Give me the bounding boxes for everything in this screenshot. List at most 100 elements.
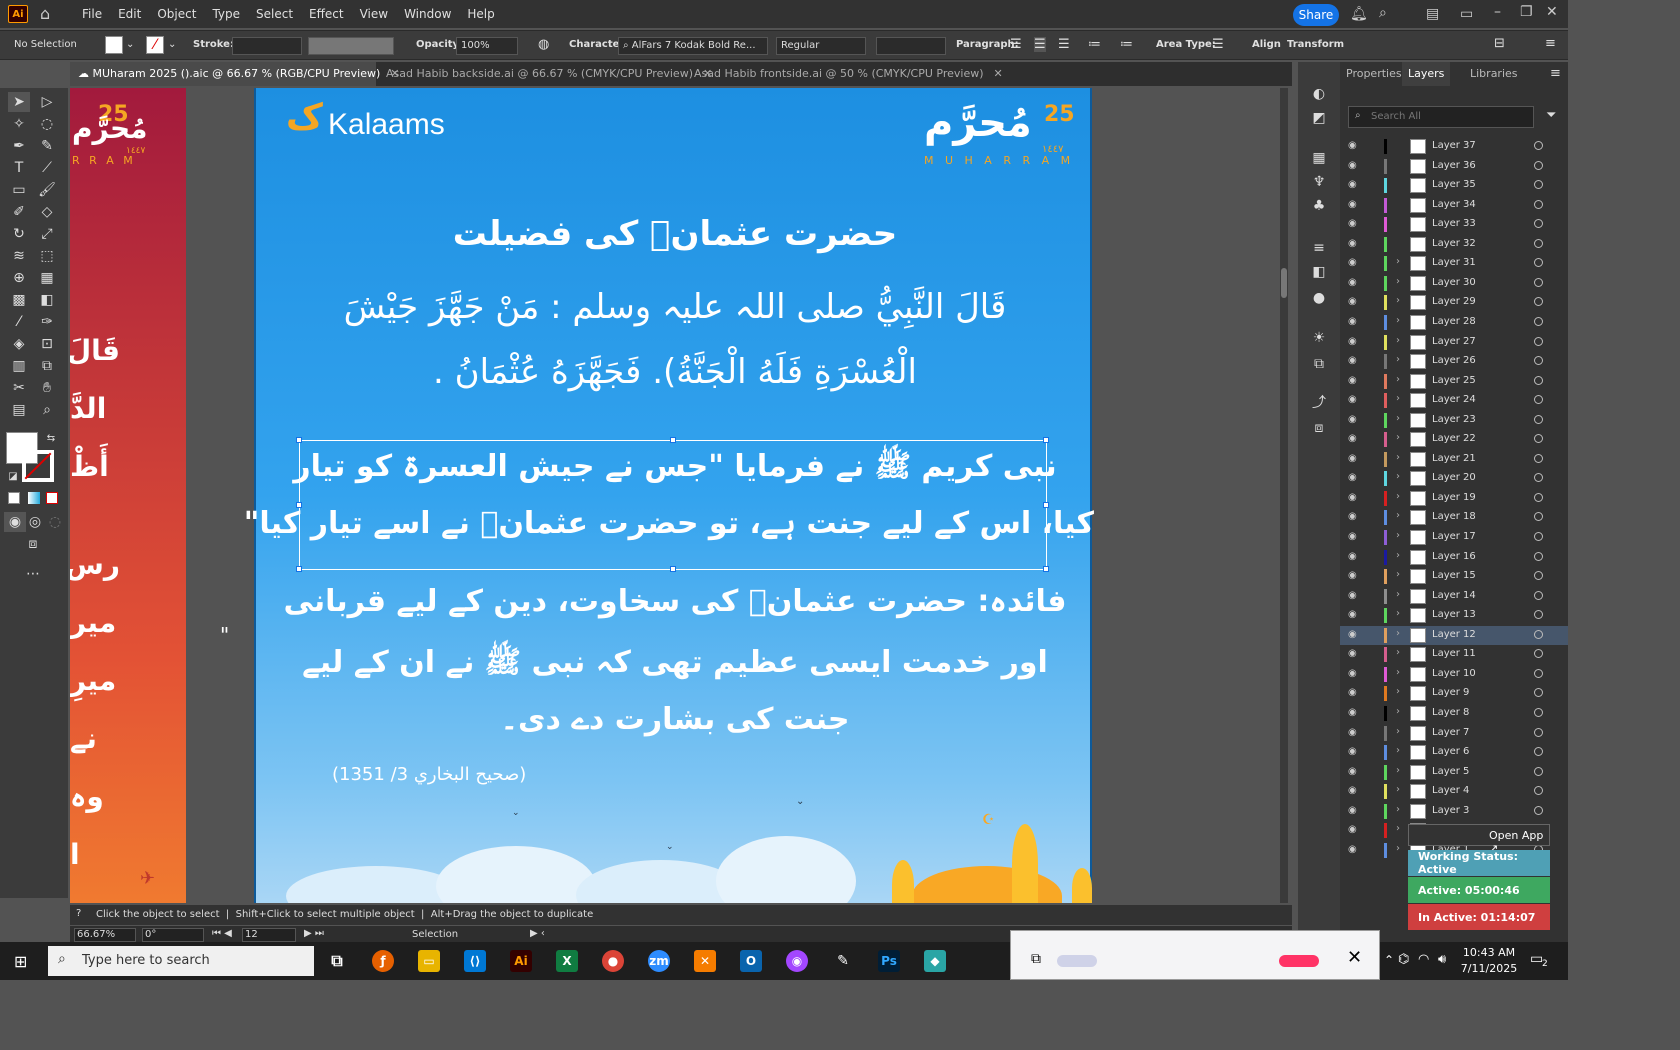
layer-name[interactable]: Layer 11 xyxy=(1432,648,1476,659)
visibility-eye-icon[interactable]: ◉ xyxy=(1348,687,1357,698)
layer-name[interactable]: Layer 36 xyxy=(1432,160,1476,171)
eyedropper-tool-icon[interactable]: ⁄ xyxy=(8,312,30,332)
layer-name[interactable]: Layer 26 xyxy=(1432,355,1476,366)
gradient-panel-icon[interactable]: ◧ xyxy=(1308,262,1330,282)
layer-name[interactable]: Layer 16 xyxy=(1432,551,1476,562)
resize-handle[interactable] xyxy=(1043,566,1049,572)
layer-name[interactable]: Layer 34 xyxy=(1432,199,1476,210)
expand-chevron-icon[interactable]: › xyxy=(1396,647,1400,658)
variable-width-profile[interactable] xyxy=(308,37,394,55)
zoom-app-icon[interactable]: zm xyxy=(648,950,670,972)
zoom-tool-icon[interactable]: ⌕ xyxy=(36,400,58,420)
layer-name[interactable]: Layer 24 xyxy=(1432,394,1476,405)
expand-chevron-icon[interactable]: › xyxy=(1396,354,1400,365)
resize-handle[interactable] xyxy=(296,437,302,443)
visibility-eye-icon[interactable]: ◉ xyxy=(1348,433,1357,444)
layer-row[interactable]: ◉ › Layer 27 xyxy=(1340,333,1568,352)
restore-icon[interactable]: ❐ xyxy=(1520,4,1533,20)
artboard-number-field[interactable]: 12 xyxy=(242,928,296,942)
expand-chevron-icon[interactable]: › xyxy=(1396,276,1400,287)
visibility-eye-icon[interactable]: ◉ xyxy=(1348,707,1357,718)
visibility-eye-icon[interactable]: ◉ xyxy=(1348,648,1357,659)
layer-name[interactable]: Layer 6 xyxy=(1432,746,1469,757)
workspace-icon[interactable]: ▭ xyxy=(1460,6,1473,22)
tab-asad-frontside[interactable]: Asad Habib frontside.ai @ 50 % (CMYK/CPU… xyxy=(686,62,1003,86)
layer-row[interactable]: ◉ Layer 33 xyxy=(1340,215,1568,234)
firefox-icon[interactable]: ƒ xyxy=(372,950,394,972)
text-selection-bounding-box[interactable] xyxy=(296,437,1049,572)
draw-behind-icon[interactable]: ◎ xyxy=(24,512,46,532)
measure-tool-icon[interactable]: ✑ xyxy=(36,312,58,332)
target-circle-icon[interactable] xyxy=(1534,532,1543,541)
numbering-icon[interactable]: ≔ xyxy=(1120,37,1133,52)
layer-name[interactable]: Layer 19 xyxy=(1432,492,1476,503)
layer-row[interactable]: ◉ Layer 34 xyxy=(1340,196,1568,215)
resize-handle[interactable] xyxy=(670,437,676,443)
layer-row[interactable]: ◉ › Layer 18 xyxy=(1340,508,1568,527)
target-circle-icon[interactable] xyxy=(1534,473,1543,483)
lasso-tool-icon[interactable]: ◌ xyxy=(36,114,58,134)
previous-artboard[interactable]: 25 مُحرَّم R R A M ١٤٤٧ قَالَ الدَّ أَظْ رس… xyxy=(70,88,186,903)
target-circle-icon[interactable] xyxy=(1534,238,1543,248)
menu-edit[interactable]: Edit xyxy=(110,7,149,21)
font-size-field[interactable] xyxy=(876,37,946,55)
expand-chevron-icon[interactable]: › xyxy=(1396,608,1400,619)
resize-handle[interactable] xyxy=(1043,502,1049,508)
target-circle-icon[interactable] xyxy=(1534,727,1543,737)
expand-chevron-icon[interactable]: › xyxy=(1396,432,1400,443)
last-artboard-icon[interactable]: ▶ ⏭ xyxy=(304,928,324,939)
layer-name[interactable]: Layer 28 xyxy=(1432,316,1476,327)
layer-row[interactable]: ◉ Layer 37 xyxy=(1340,137,1568,156)
expand-chevron-icon[interactable]: › xyxy=(1396,510,1400,521)
layer-name[interactable]: Layer 31 xyxy=(1432,257,1476,268)
expand-chevron-icon[interactable]: › xyxy=(1396,550,1400,561)
stroke-weight-field[interactable] xyxy=(232,37,302,55)
expand-chevron-icon[interactable]: › xyxy=(1396,706,1400,717)
layer-row[interactable]: ◉ › Layer 4 xyxy=(1340,782,1568,801)
edit-toolbar-icon[interactable]: ⋯ xyxy=(22,564,44,584)
layer-row[interactable]: ◉ › Layer 17 xyxy=(1340,528,1568,547)
expand-chevron-icon[interactable]: › xyxy=(1396,667,1400,678)
visibility-eye-icon[interactable]: ◉ xyxy=(1348,316,1357,327)
draw-normal-icon[interactable]: ◉ xyxy=(4,512,26,532)
target-circle-icon[interactable] xyxy=(1534,395,1543,405)
tab-asad-backside[interactable]: Asad Habib backside.ai @ 66.67 % (CMYK/C… xyxy=(378,62,712,86)
resize-handle[interactable] xyxy=(296,502,302,508)
target-circle-icon[interactable] xyxy=(1534,434,1543,444)
target-circle-icon[interactable] xyxy=(1534,258,1543,268)
target-circle-icon[interactable] xyxy=(1534,512,1543,522)
tab-libraries[interactable]: Libraries xyxy=(1464,62,1524,86)
menu-file[interactable]: File xyxy=(74,7,110,21)
color-panel-icon[interactable]: ◐ xyxy=(1308,84,1330,104)
layer-row[interactable]: ◉ › Layer 6 xyxy=(1340,743,1568,762)
hand-tool-icon[interactable]: ✋︎ xyxy=(36,378,58,398)
target-circle-icon[interactable] xyxy=(1534,688,1543,698)
arrange-documents-icon[interactable]: ▤ xyxy=(1426,6,1439,22)
vertical-scrollbar[interactable] xyxy=(1280,88,1288,903)
type-tool-icon[interactable]: T xyxy=(8,158,30,178)
bullets-icon[interactable]: ≔ xyxy=(1088,37,1101,52)
align-right-icon[interactable]: ☰ xyxy=(1058,37,1070,52)
visibility-eye-icon[interactable]: ◉ xyxy=(1348,257,1357,268)
expand-chevron-icon[interactable]: › xyxy=(1396,589,1400,600)
illustrator-taskbar-icon[interactable]: Ai xyxy=(510,950,532,972)
visibility-eye-icon[interactable]: ◉ xyxy=(1348,375,1357,386)
target-circle-icon[interactable] xyxy=(1534,590,1543,600)
first-artboard-icon[interactable]: ⏮ ◀ xyxy=(212,928,232,939)
target-circle-icon[interactable] xyxy=(1534,766,1543,776)
appearance-panel-icon[interactable]: ☀ xyxy=(1308,328,1330,348)
expand-chevron-icon[interactable]: › xyxy=(1396,628,1400,639)
tab-muharram[interactable]: ☁ MUharam 2025 ().aic @ 66.67 % (RGB/CPU… xyxy=(70,62,399,86)
blend-tool-icon[interactable]: ◈ xyxy=(8,334,30,354)
visibility-eye-icon[interactable]: ◉ xyxy=(1348,492,1357,503)
font-family-field[interactable]: ⌕ AlFars 7 Kodak Bold Re... xyxy=(618,37,768,55)
target-circle-icon[interactable] xyxy=(1534,707,1543,717)
target-circle-icon[interactable] xyxy=(1534,297,1543,307)
target-circle-icon[interactable] xyxy=(1534,786,1543,796)
layer-name[interactable]: Layer 30 xyxy=(1432,277,1476,288)
chrome-icon[interactable]: ● xyxy=(602,950,624,972)
menu-help[interactable]: Help xyxy=(459,7,502,21)
layer-row[interactable]: ◉ › Layer 24 xyxy=(1340,391,1568,410)
layer-name[interactable]: Layer 22 xyxy=(1432,433,1476,444)
visibility-eye-icon[interactable]: ◉ xyxy=(1348,844,1357,855)
